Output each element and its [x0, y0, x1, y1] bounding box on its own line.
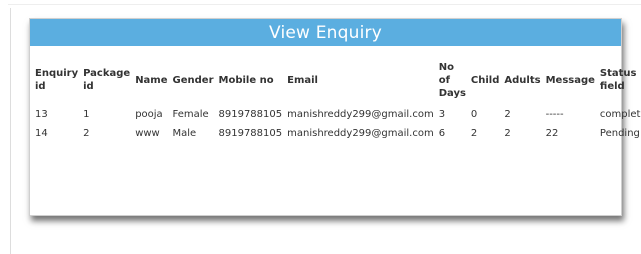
cell-package-id: 2	[83, 128, 90, 139]
cell-adults: 2	[504, 109, 511, 120]
cell-email: manishreddy299@gmail.com	[287, 109, 434, 120]
header-email: Email	[287, 74, 318, 86]
cell-status-field: Pending	[599, 128, 640, 139]
header-adults: Adults	[504, 74, 541, 86]
table-row: 14 2 www Male 8919788105 manishreddy299@…	[33, 124, 641, 143]
cell-name: pooja	[135, 109, 163, 120]
panel-header: View Enquiry	[30, 19, 621, 46]
header-child: Child	[470, 74, 500, 86]
cell-status-field: completed	[599, 109, 641, 120]
left-divider	[10, 8, 11, 254]
header-mobile-no: Mobile no	[218, 74, 274, 86]
cell-enquiry-id: 14	[35, 128, 48, 139]
header-no-of-days: No of Days	[438, 61, 466, 99]
table-header-row: Enquiry id Package id Name Gender Mobile…	[33, 55, 641, 105]
panel-title: View Enquiry	[269, 22, 382, 43]
cell-message: 22	[545, 128, 559, 139]
cell-package-id: 1	[83, 109, 90, 120]
cell-child: 0	[470, 109, 478, 120]
header-gender: Gender	[172, 74, 214, 86]
enquiry-panel: View Enquiry Enquiry id Package id Name …	[29, 18, 641, 216]
cell-no-of-days: 3	[438, 109, 446, 120]
cell-enquiry-id: 13	[35, 109, 48, 120]
cell-mobile-no: 8919788105	[218, 128, 283, 139]
cell-message: -----	[545, 109, 564, 120]
cell-name: www	[135, 128, 160, 139]
cell-email: manishreddy299@gmail.com	[287, 128, 434, 139]
header-package-id: Package id	[83, 68, 131, 92]
header-status-field: Status field	[599, 68, 637, 92]
cell-mobile-no: 8919788105	[218, 109, 283, 120]
header-message: Message	[545, 74, 595, 86]
cell-adults: 2	[504, 128, 511, 139]
cell-gender: Female	[172, 109, 209, 120]
table-row: 13 1 pooja Female 8919788105 manishreddy…	[33, 105, 641, 124]
header-enquiry-id: Enquiry id	[35, 68, 79, 92]
cell-child: 2	[470, 128, 478, 139]
cell-no-of-days: 6	[438, 128, 446, 139]
header-name: Name	[135, 74, 168, 86]
top-divider	[8, 4, 641, 5]
cell-gender: Male	[172, 128, 197, 139]
enquiry-table: Enquiry id Package id Name Gender Mobile…	[33, 55, 641, 143]
